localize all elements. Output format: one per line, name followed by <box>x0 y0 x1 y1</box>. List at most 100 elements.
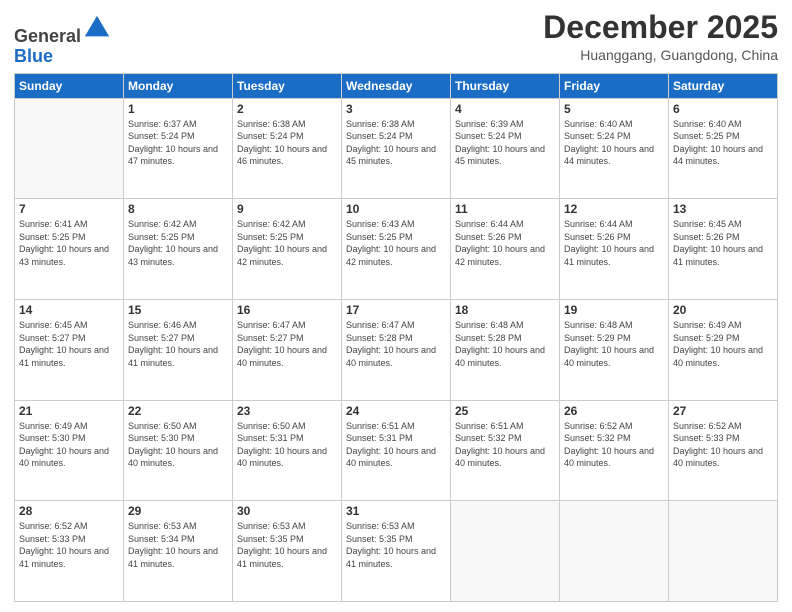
day-number: 20 <box>673 303 773 317</box>
day-info: Sunrise: 6:53 AM Sunset: 5:35 PM Dayligh… <box>346 520 446 570</box>
day-info: Sunrise: 6:44 AM Sunset: 5:26 PM Dayligh… <box>564 218 664 268</box>
calendar-cell-w3-d7: 20 Sunrise: 6:49 AM Sunset: 5:29 PM Dayli… <box>669 299 778 400</box>
day-number: 17 <box>346 303 446 317</box>
calendar-cell-w2-d1: 7Sunrise: 6:41 AM Sunset: 5:25 PM Daylig… <box>15 199 124 300</box>
day-info: Sunrise: 6:45 AM Sunset: 5:27 PM Dayligh… <box>19 319 119 369</box>
day-number: 25 <box>455 404 555 418</box>
calendar-cell-w5-d5 <box>451 501 560 602</box>
day-number: 30 <box>237 504 337 518</box>
day-number: 13 <box>673 202 773 216</box>
week-row-2: 7Sunrise: 6:41 AM Sunset: 5:25 PM Daylig… <box>15 199 778 300</box>
day-number: 2 <box>237 102 337 116</box>
day-info: Sunrise: 6:52 AM Sunset: 5:33 PM Dayligh… <box>673 420 773 470</box>
day-info: Sunrise: 6:51 AM Sunset: 5:31 PM Dayligh… <box>346 420 446 470</box>
calendar-cell-w1-d1 <box>15 98 124 199</box>
day-info: Sunrise: 6:38 AM Sunset: 5:24 PM Dayligh… <box>237 118 337 168</box>
day-info: Sunrise: 6:50 AM Sunset: 5:30 PM Dayligh… <box>128 420 228 470</box>
header-wednesday: Wednesday <box>342 73 451 98</box>
location: Huanggang, Guangdong, China <box>543 47 778 63</box>
day-info: Sunrise: 6:49 AM Sunset: 5:29 PM Dayligh… <box>673 319 773 369</box>
week-row-3: 14 Sunrise: 6:45 AM Sunset: 5:27 PM Dayli… <box>15 299 778 400</box>
day-info: Sunrise: 6:47 AM Sunset: 5:27 PM Dayligh… <box>237 319 337 369</box>
day-number: 5 <box>564 102 664 116</box>
day-number: 27 <box>673 404 773 418</box>
day-number: 8 <box>128 202 228 216</box>
logo: General Blue <box>14 14 111 67</box>
calendar-cell-w2-d6: 12 Sunrise: 6:44 AM Sunset: 5:26 PM Dayli… <box>560 199 669 300</box>
day-info: Sunrise: 6:52 AM Sunset: 5:32 PM Dayligh… <box>564 420 664 470</box>
day-info: Sunrise: 6:47 AM Sunset: 5:28 PM Dayligh… <box>346 319 446 369</box>
day-info: Sunrise: 6:46 AM Sunset: 5:27 PM Dayligh… <box>128 319 228 369</box>
day-info: Sunrise: 6:48 AM Sunset: 5:29 PM Dayligh… <box>564 319 664 369</box>
day-info: Sunrise: 6:49 AM Sunset: 5:30 PM Dayligh… <box>19 420 119 470</box>
calendar-cell-w1-d4: 3 Sunrise: 6:38 AM Sunset: 5:24 PM Daylig… <box>342 98 451 199</box>
day-number: 18 <box>455 303 555 317</box>
day-number: 24 <box>346 404 446 418</box>
calendar-cell-w3-d2: 15 Sunrise: 6:46 AM Sunset: 5:27 PM Dayli… <box>124 299 233 400</box>
calendar-cell-w4-d2: 22 Sunrise: 6:50 AM Sunset: 5:30 PM Dayli… <box>124 400 233 501</box>
calendar-cell-w2-d3: 9Sunrise: 6:42 AM Sunset: 5:25 PM Daylig… <box>233 199 342 300</box>
header-sunday: Sunday <box>15 73 124 98</box>
day-info: Sunrise: 6:51 AM Sunset: 5:32 PM Dayligh… <box>455 420 555 470</box>
day-info: Sunrise: 6:52 AM Sunset: 5:33 PM Dayligh… <box>19 520 119 570</box>
day-info: Sunrise: 6:40 AM Sunset: 5:24 PM Dayligh… <box>564 118 664 168</box>
calendar-cell-w4-d1: 21 Sunrise: 6:49 AM Sunset: 5:30 PM Dayli… <box>15 400 124 501</box>
weekday-header-row: Sunday Monday Tuesday Wednesday Thursday… <box>15 73 778 98</box>
calendar-cell-w4-d4: 24 Sunrise: 6:51 AM Sunset: 5:31 PM Dayli… <box>342 400 451 501</box>
day-number: 11 <box>455 202 555 216</box>
day-info: Sunrise: 6:48 AM Sunset: 5:28 PM Dayligh… <box>455 319 555 369</box>
day-number: 21 <box>19 404 119 418</box>
logo-general-text: General <box>14 26 81 46</box>
day-number: 3 <box>346 102 446 116</box>
header-saturday: Saturday <box>669 73 778 98</box>
week-row-5: 28 Sunrise: 6:52 AM Sunset: 5:33 PM Dayli… <box>15 501 778 602</box>
day-info: Sunrise: 6:42 AM Sunset: 5:25 PM Dayligh… <box>237 218 337 268</box>
calendar-cell-w3-d4: 17 Sunrise: 6:47 AM Sunset: 5:28 PM Dayli… <box>342 299 451 400</box>
calendar-cell-w3-d5: 18 Sunrise: 6:48 AM Sunset: 5:28 PM Dayli… <box>451 299 560 400</box>
day-info: Sunrise: 6:44 AM Sunset: 5:26 PM Dayligh… <box>455 218 555 268</box>
calendar-cell-w5-d6 <box>560 501 669 602</box>
day-number: 19 <box>564 303 664 317</box>
day-number: 14 <box>19 303 119 317</box>
page: General Blue December 2025 Huanggang, Gu… <box>0 0 792 612</box>
calendar-cell-w5-d7 <box>669 501 778 602</box>
day-number: 22 <box>128 404 228 418</box>
header-tuesday: Tuesday <box>233 73 342 98</box>
day-info: Sunrise: 6:43 AM Sunset: 5:25 PM Dayligh… <box>346 218 446 268</box>
calendar-cell-w1-d3: 2 Sunrise: 6:38 AM Sunset: 5:24 PM Daylig… <box>233 98 342 199</box>
calendar-cell-w2-d4: 10Sunrise: 6:43 AM Sunset: 5:25 PM Dayli… <box>342 199 451 300</box>
calendar-cell-w5-d2: 29 Sunrise: 6:53 AM Sunset: 5:34 PM Dayli… <box>124 501 233 602</box>
calendar-cell-w1-d5: 4 Sunrise: 6:39 AM Sunset: 5:24 PM Daylig… <box>451 98 560 199</box>
logo-icon <box>83 14 111 42</box>
day-number: 23 <box>237 404 337 418</box>
day-info: Sunrise: 6:45 AM Sunset: 5:26 PM Dayligh… <box>673 218 773 268</box>
day-info: Sunrise: 6:40 AM Sunset: 5:25 PM Dayligh… <box>673 118 773 168</box>
day-info: Sunrise: 6:53 AM Sunset: 5:34 PM Dayligh… <box>128 520 228 570</box>
calendar-cell-w3-d3: 16Sunrise: 6:47 AM Sunset: 5:27 PM Dayli… <box>233 299 342 400</box>
logo-blue-text: Blue <box>14 46 53 66</box>
calendar-cell-w4-d3: 23 Sunrise: 6:50 AM Sunset: 5:31 PM Dayli… <box>233 400 342 501</box>
header-thursday: Thursday <box>451 73 560 98</box>
week-row-1: 1 Sunrise: 6:37 AM Sunset: 5:24 PM Daylig… <box>15 98 778 199</box>
day-info: Sunrise: 6:37 AM Sunset: 5:24 PM Dayligh… <box>128 118 228 168</box>
day-number: 15 <box>128 303 228 317</box>
day-number: 1 <box>128 102 228 116</box>
day-number: 4 <box>455 102 555 116</box>
calendar-table: Sunday Monday Tuesday Wednesday Thursday… <box>14 73 778 602</box>
day-info: Sunrise: 6:38 AM Sunset: 5:24 PM Dayligh… <box>346 118 446 168</box>
day-number: 28 <box>19 504 119 518</box>
day-number: 31 <box>346 504 446 518</box>
calendar-cell-w3-d6: 19 Sunrise: 6:48 AM Sunset: 5:29 PM Dayli… <box>560 299 669 400</box>
day-info: Sunrise: 6:39 AM Sunset: 5:24 PM Dayligh… <box>455 118 555 168</box>
calendar-cell-w1-d7: 6 Sunrise: 6:40 AM Sunset: 5:25 PM Daylig… <box>669 98 778 199</box>
title-block: December 2025 Huanggang, Guangdong, Chin… <box>543 10 778 63</box>
month-year: December 2025 <box>543 10 778 45</box>
calendar-cell-w2-d7: 13 Sunrise: 6:45 AM Sunset: 5:26 PM Dayli… <box>669 199 778 300</box>
day-info: Sunrise: 6:41 AM Sunset: 5:25 PM Dayligh… <box>19 218 119 268</box>
calendar-cell-w2-d5: 11 Sunrise: 6:44 AM Sunset: 5:26 PM Dayli… <box>451 199 560 300</box>
day-number: 29 <box>128 504 228 518</box>
day-number: 12 <box>564 202 664 216</box>
day-number: 6 <box>673 102 773 116</box>
header-monday: Monday <box>124 73 233 98</box>
day-info: Sunrise: 6:50 AM Sunset: 5:31 PM Dayligh… <box>237 420 337 470</box>
